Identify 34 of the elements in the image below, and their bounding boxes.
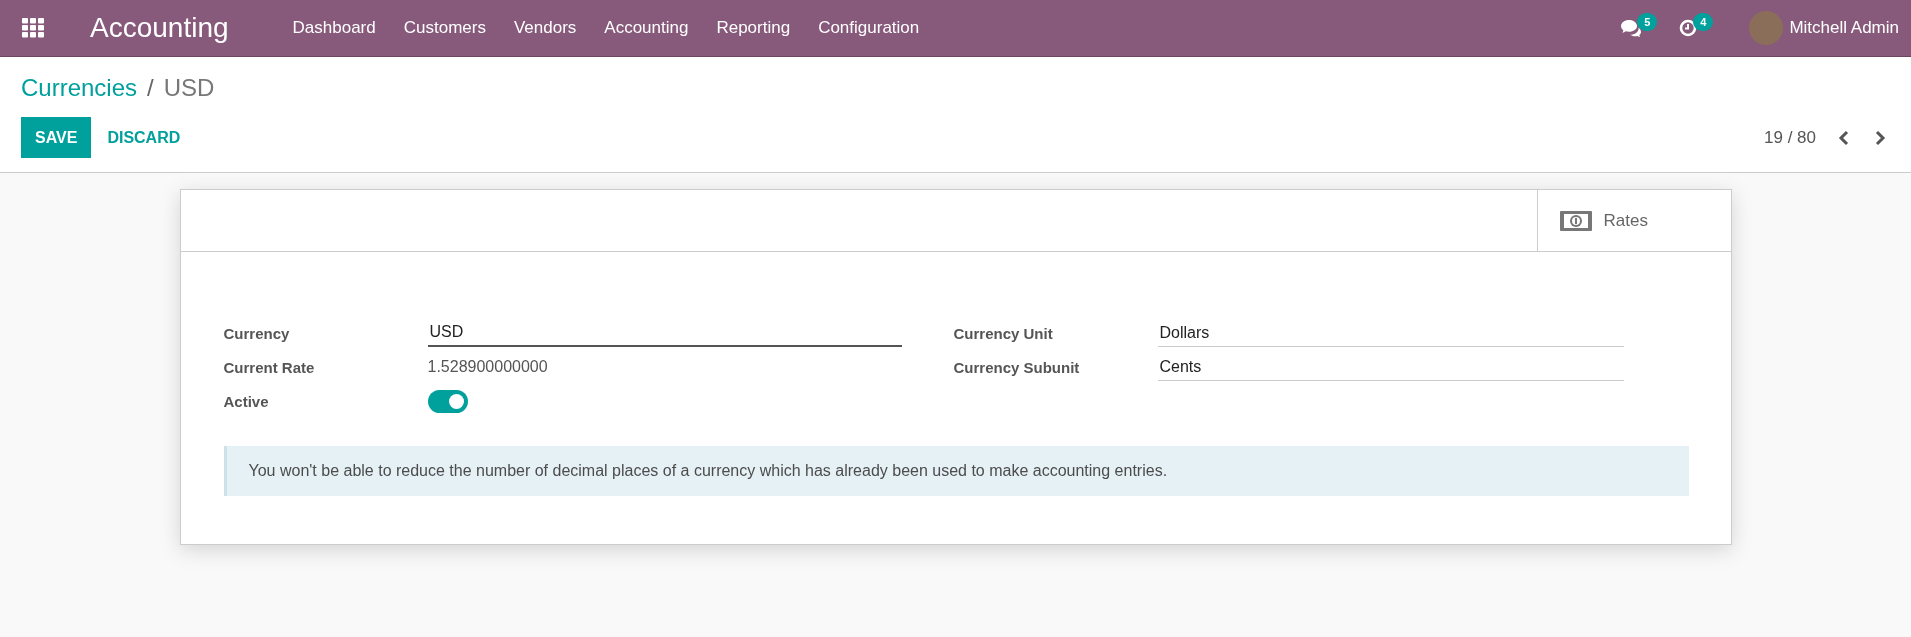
- menu-item[interactable]: Customers: [389, 18, 500, 38]
- rates-button[interactable]: Rates: [1536, 190, 1731, 251]
- breadcrumb-current: USD: [163, 74, 215, 102]
- chat-bubbles-icon[interactable]: [1621, 19, 1642, 37]
- clock-icon[interactable]: [1679, 19, 1698, 37]
- menu-item[interactable]: Accounting: [590, 18, 703, 38]
- field-label: Currency Unit: [953, 324, 1054, 342]
- menu-item[interactable]: Vendors: [499, 18, 591, 38]
- app-title: Accounting: [90, 12, 229, 44]
- input-field[interactable]: USD: [427, 319, 902, 347]
- field-label: Active: [223, 392, 270, 410]
- save-button[interactable]: SAVE: [21, 117, 92, 158]
- previous-icon[interactable]: [1838, 129, 1850, 146]
- breadcrumb-separator: /: [147, 74, 154, 102]
- breadcrumb-link[interactable]: Currencies: [21, 74, 138, 102]
- info-alert: You won't be able to reduce the number of decimal places of a currency which has already been used to make accounting entries.: [223, 446, 1689, 496]
- next-icon[interactable]: [1874, 129, 1886, 146]
- field-label: Currency Subunit: [953, 358, 1081, 376]
- field-value: 1.528900000000: [427, 358, 548, 376]
- menu-item[interactable]: Dashboard: [278, 18, 390, 38]
- banknote-icon: [1559, 210, 1592, 231]
- toggle-switch[interactable]: [427, 389, 468, 413]
- field-label: Currency: [223, 324, 291, 342]
- message-count-badge: 5: [1637, 13, 1658, 31]
- menu-item[interactable]: Configuration: [804, 18, 934, 38]
- discard-button[interactable]: DISCARD: [91, 117, 197, 158]
- apps-menu-icon[interactable]: [22, 18, 44, 38]
- activity-count-badge: 4: [1693, 13, 1714, 31]
- input-field[interactable]: Cents: [1157, 353, 1624, 381]
- user-name[interactable]: Mitchell Admin: [1789, 18, 1899, 38]
- input-field[interactable]: Dollars: [1157, 319, 1624, 347]
- menu-item[interactable]: Reporting: [702, 18, 805, 38]
- pager-value: 19 / 80: [1764, 127, 1816, 148]
- field-label: Current Rate: [223, 358, 316, 376]
